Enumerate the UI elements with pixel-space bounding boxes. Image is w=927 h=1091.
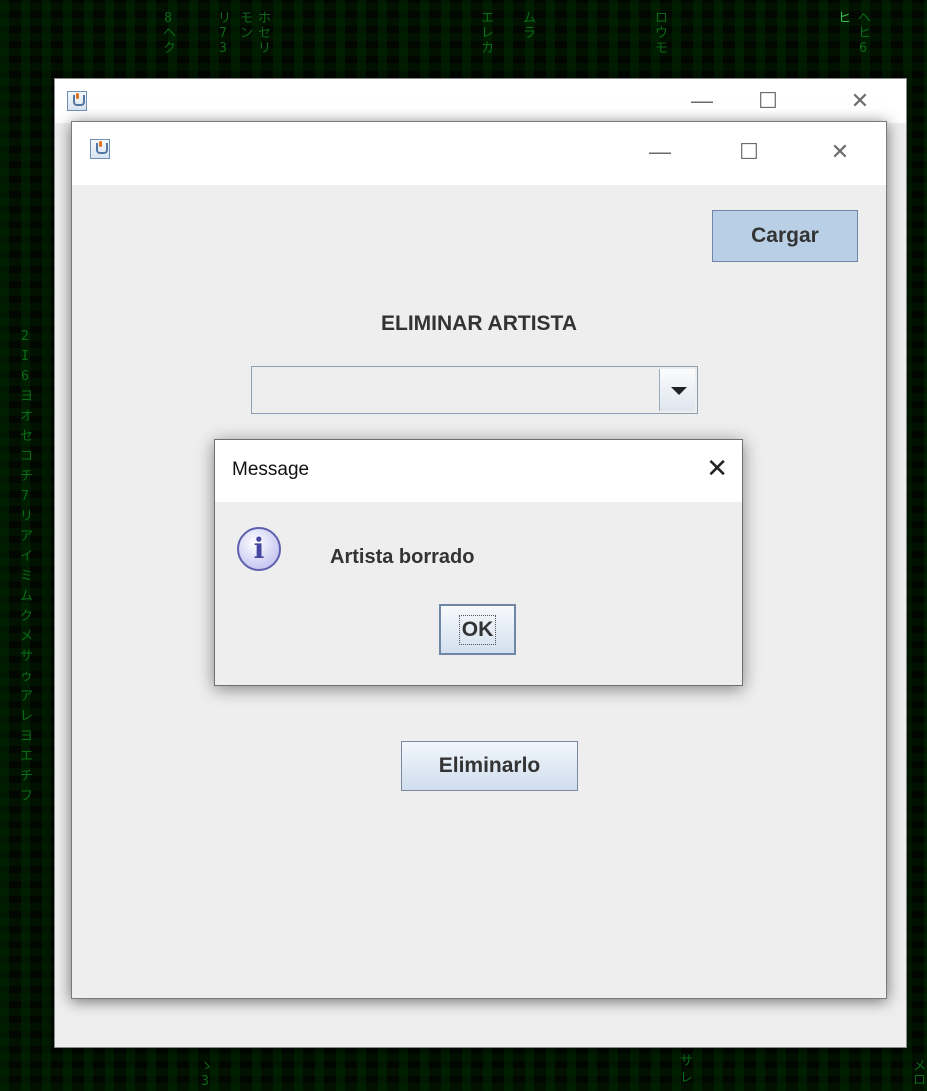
window-titlebar[interactable]: — ☐ ✕ xyxy=(72,122,886,185)
minimize-button[interactable]: — xyxy=(679,79,725,123)
matrix-glyph: レ xyxy=(481,26,495,41)
page-title: ELIMINAR ARTISTA xyxy=(381,312,577,335)
matrix-glyph: エ xyxy=(20,749,34,764)
matrix-glyph: コ xyxy=(20,449,34,464)
java-icon xyxy=(67,91,87,111)
matrix-glyph: リ xyxy=(20,509,34,524)
matrix-glyph: リ xyxy=(218,11,232,26)
matrix-glyph: ヒ xyxy=(858,26,872,41)
matrix-glyph: チ xyxy=(20,469,34,484)
matrix-glyph: ラ xyxy=(523,26,537,41)
matrix-glyph: ロ xyxy=(655,11,669,26)
dialog-message: Artista borrado xyxy=(330,546,475,568)
dialog-titlebar[interactable]: Message ✕ xyxy=(215,440,742,502)
matrix-glyph: レ xyxy=(20,709,34,724)
matrix-glyph: エ xyxy=(481,11,495,26)
matrix-glyph: ク xyxy=(20,609,34,624)
matrix-glyph: モ xyxy=(240,11,254,26)
matrix-glyph: 7 xyxy=(21,489,29,504)
matrix-glyph: ア xyxy=(20,689,34,704)
matrix-glyph: I xyxy=(21,349,29,364)
matrix-glyph: 6 xyxy=(21,369,29,384)
matrix-glyph: ミ xyxy=(20,569,34,584)
matrix-glyph: ア xyxy=(20,529,34,544)
eliminarlo-button[interactable]: Eliminarlo xyxy=(401,741,578,791)
matrix-glyph: ゝ xyxy=(200,1059,214,1074)
ok-button[interactable]: OK xyxy=(439,604,516,655)
java-icon xyxy=(90,139,110,159)
matrix-glyph: 6 xyxy=(859,41,867,56)
matrix-glyph: 3 xyxy=(219,41,227,56)
chevron-down-icon[interactable] xyxy=(659,369,695,411)
matrix-glyph: ン xyxy=(240,26,254,41)
matrix-glyph: 3 xyxy=(201,1074,209,1089)
matrix-glyph: モ xyxy=(655,41,669,56)
matrix-glyph: オ xyxy=(20,409,34,424)
dialog-close-button[interactable]: ✕ xyxy=(706,453,728,483)
matrix-glyph: サ xyxy=(680,1054,694,1069)
background-window-titlebar[interactable]: — ☐ ✕ xyxy=(55,79,906,123)
matrix-glyph: フ xyxy=(20,789,34,804)
matrix-glyph: ヒ xyxy=(838,11,852,26)
info-icon: i xyxy=(237,527,281,571)
matrix-glyph: イ xyxy=(20,549,34,564)
matrix-glyph: 8 xyxy=(164,11,172,26)
artist-select[interactable] xyxy=(251,366,698,414)
matrix-glyph: ゥ xyxy=(20,669,34,684)
matrix-glyph: メ xyxy=(913,1059,927,1074)
matrix-glyph: リ xyxy=(258,41,272,56)
matrix-glyph: 2 xyxy=(21,329,29,344)
matrix-glyph: ヘ xyxy=(858,11,872,26)
matrix-glyph: ウ xyxy=(655,26,669,41)
cargar-button[interactable]: Cargar xyxy=(712,210,858,262)
matrix-glyph: 7 xyxy=(219,26,227,41)
dialog-title: Message xyxy=(232,459,310,480)
matrix-glyph: カ xyxy=(481,41,495,56)
matrix-glyph: ヨ xyxy=(20,729,34,744)
matrix-glyph: チ xyxy=(20,769,34,784)
matrix-glyph: セ xyxy=(258,26,272,41)
close-button[interactable]: ✕ xyxy=(817,130,863,174)
minimize-button[interactable]: — xyxy=(637,130,683,174)
matrix-glyph: ム xyxy=(523,11,537,26)
message-dialog[interactable]: Message ✕ i Artista borrado OK xyxy=(214,439,743,686)
matrix-glyph: サ xyxy=(20,649,34,664)
matrix-glyph: ク xyxy=(163,41,177,56)
maximize-button[interactable]: ☐ xyxy=(745,79,791,123)
close-button[interactable]: ✕ xyxy=(837,79,883,123)
matrix-glyph: ム xyxy=(20,589,34,604)
matrix-glyph: ヘ xyxy=(163,26,177,41)
matrix-glyph: セ xyxy=(20,429,34,444)
matrix-glyph: レ xyxy=(680,1071,694,1086)
maximize-button[interactable]: ☐ xyxy=(726,130,772,174)
ok-button-label: OK xyxy=(458,615,497,645)
matrix-glyph: ホ xyxy=(258,11,272,26)
matrix-glyph: メ xyxy=(20,629,34,644)
matrix-glyph: ロ xyxy=(913,1073,927,1088)
matrix-glyph: ヨ xyxy=(20,389,34,404)
